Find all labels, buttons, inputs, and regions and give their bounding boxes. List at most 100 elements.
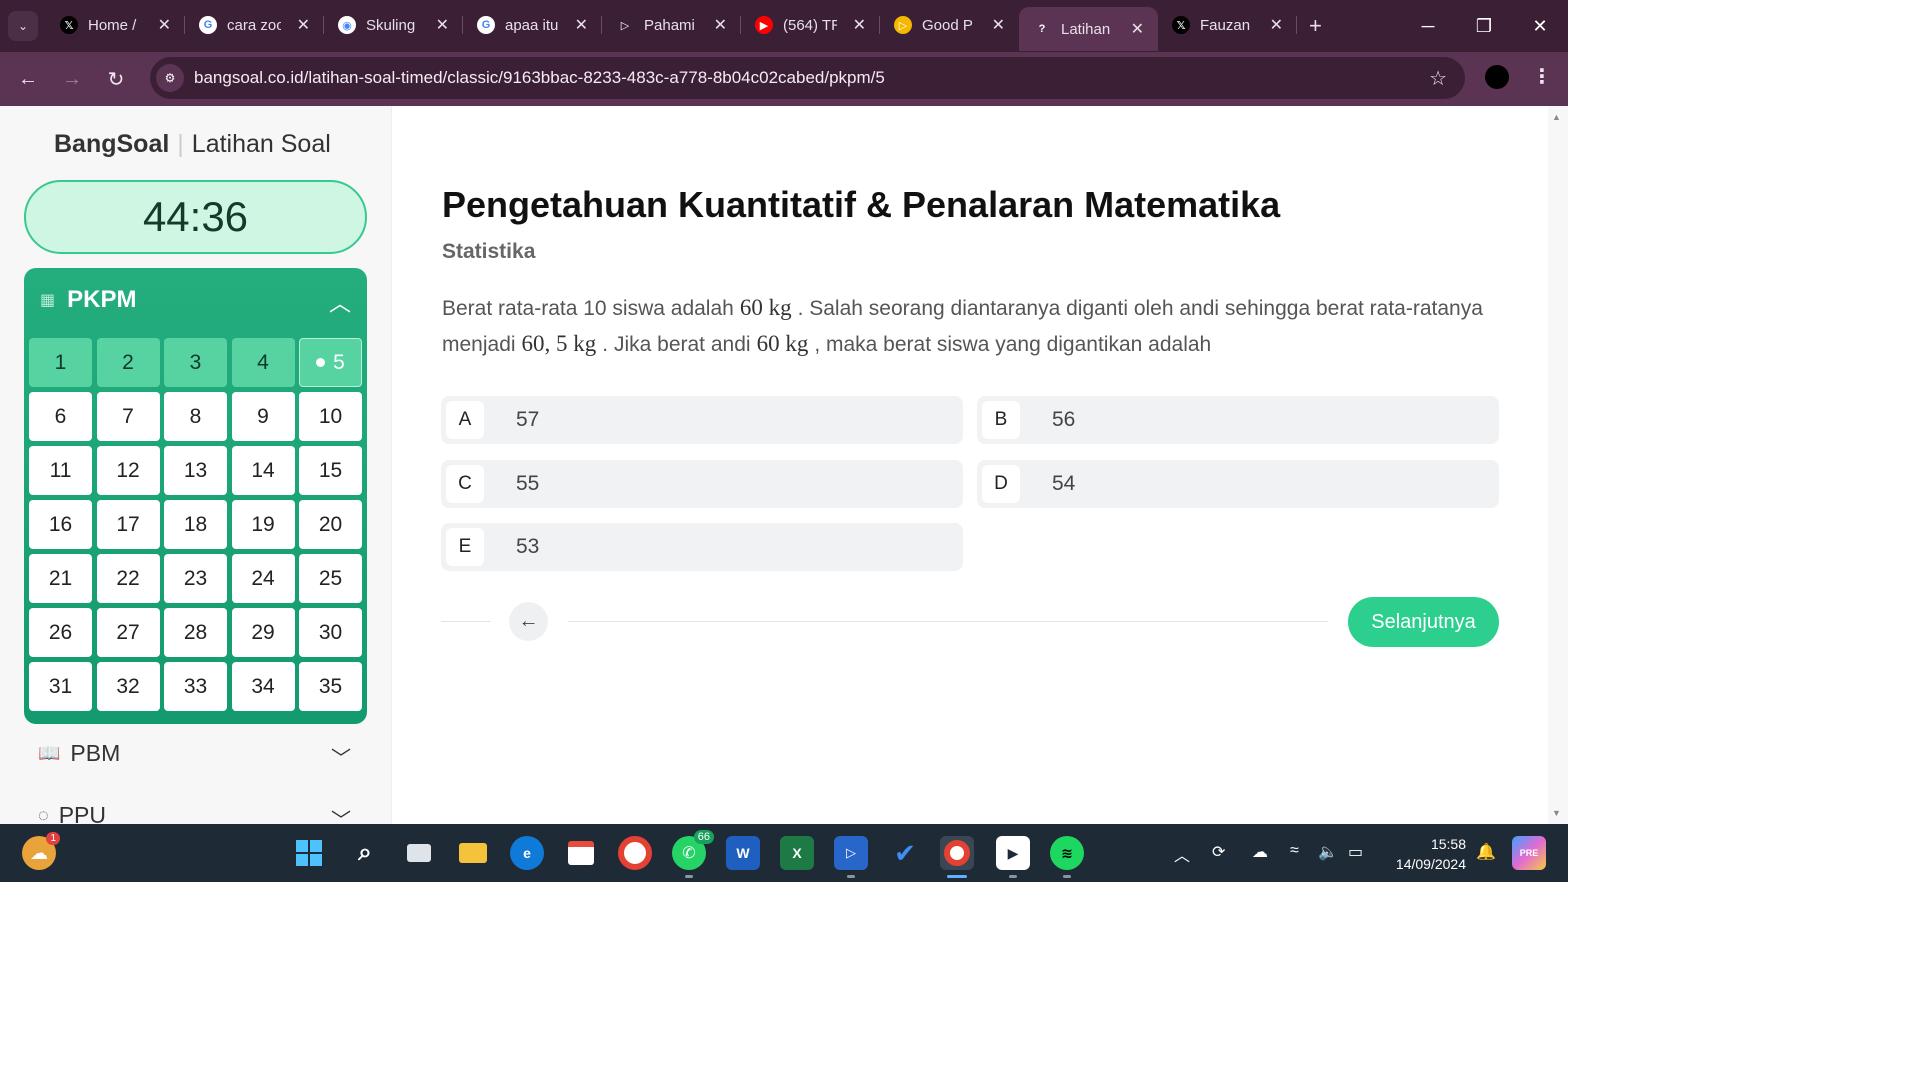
browser-menu-icon[interactable]: ⋮ [1532,64,1552,89]
new-tab-button[interactable]: + [1309,13,1322,39]
chrome-icon[interactable] [618,836,652,870]
question-number-button[interactable]: 19 [231,500,295,549]
question-number-button[interactable]: 12 [96,446,160,495]
browser-tab[interactable]: ▷ Pahami ✕ [602,7,741,43]
close-tab-icon[interactable]: ✕ [1270,15,1283,35]
question-number-button[interactable]: 21 [29,554,92,603]
question-number-button[interactable]: 9 [231,392,295,441]
address-bar[interactable]: ⚙ bangsoal.co.id/latihan-soal-timed/clas… [150,57,1465,99]
app-icon[interactable]: ▶ [996,836,1030,878]
url-text[interactable]: bangsoal.co.id/latihan-soal-timed/classi… [194,68,885,88]
question-number-button[interactable]: 22 [96,554,160,603]
question-number-button[interactable]: 27 [96,608,160,657]
question-number-button[interactable]: 35 [299,662,362,711]
close-tab-icon[interactable]: ✕ [714,15,727,35]
section-header-pbm[interactable]: 📖 PBM [38,740,120,767]
question-number-button[interactable]: 28 [164,608,227,657]
chevron-up-icon[interactable]: ︿ [329,286,351,318]
chevron-down-icon[interactable]: ﹀ [331,742,351,771]
site-info-icon[interactable]: ⚙ [156,64,184,92]
question-number-button[interactable]: 3 [164,338,227,387]
close-tab-icon[interactable]: ✕ [158,15,171,35]
close-tab-icon[interactable]: ✕ [575,15,588,35]
previous-button[interactable]: ← [509,602,548,641]
option-d[interactable]: D 54 [977,460,1499,508]
battery-icon[interactable]: ▭ [1348,842,1363,862]
weather-icon[interactable]: ☁ 1 [22,832,60,870]
search-icon[interactable]: ⌕ [348,836,382,870]
next-button[interactable]: Selanjutnya [1348,597,1499,647]
scroll-up-icon[interactable]: ▲ [1552,112,1561,122]
forward-button[interactable]: → [50,68,94,91]
browser-tab[interactable]: 𝕏 Fauzan ✕ [1158,7,1297,43]
option-c[interactable]: C 55 [441,460,963,508]
question-number-button[interactable]: 7 [96,392,160,441]
reload-button[interactable]: ↻ [94,67,138,92]
section-header-pkpm[interactable]: ▦ PKPM [40,286,136,314]
question-number-button[interactable]: 20 [299,500,362,549]
restore-button[interactable]: ❐ [1456,0,1512,52]
option-e[interactable]: E 53 [441,523,963,571]
question-number-button[interactable]: 16 [29,500,92,549]
question-number-button[interactable]: 1 [29,338,92,387]
question-number-button[interactable]: 6 [29,392,92,441]
question-number-button[interactable]: 30 [299,608,362,657]
browser-tab[interactable]: Gcara zoo ✕ [185,7,324,43]
question-number-button[interactable]: 32 [96,662,160,711]
spotify-icon[interactable]: ≋ [1050,836,1084,878]
close-tab-icon[interactable]: ✕ [436,15,449,35]
question-number-button[interactable]: 25 [299,554,362,603]
question-number-button[interactable]: 24 [231,554,295,603]
question-number-button[interactable]: 18 [164,500,227,549]
browser-tab[interactable]: ▶ (564) TR ✕ [741,7,880,43]
question-number-button[interactable]: 23 [164,554,227,603]
word-icon[interactable]: W [726,836,760,870]
onedrive-icon[interactable]: ☁ [1252,842,1268,862]
close-window-button[interactable]: ✕ [1512,0,1568,52]
scroll-down-icon[interactable]: ▼ [1552,808,1561,818]
browser-tab[interactable]: ▷ Good P ✕ [880,7,1019,43]
browser-tab[interactable]: Gapaa itu ✕ [463,7,602,43]
question-number-button[interactable]: 2 [96,338,160,387]
wifi-icon[interactable]: ≈ [1290,842,1299,860]
close-tab-icon[interactable]: ✕ [853,15,866,35]
question-number-button[interactable]: 33 [164,662,227,711]
question-number-button[interactable]: 14 [231,446,295,495]
chrome-active-icon[interactable] [940,836,974,878]
volume-icon[interactable]: 🔈 [1318,842,1338,862]
media-player-icon[interactable]: ▷ [834,836,868,878]
copilot-icon[interactable]: PRE [1512,836,1546,870]
close-tab-icon[interactable]: ✕ [297,15,310,35]
todo-icon[interactable]: ✔ [888,836,922,870]
question-number-button[interactable]: 10 [299,392,362,441]
question-number-button[interactable]: 29 [231,608,295,657]
browser-tab[interactable]: ◉ Skuling ✕ [324,7,463,43]
option-b[interactable]: B 56 [977,396,1499,444]
browser-tab[interactable]: ? Latihan ✕ [1019,7,1158,51]
question-number-button[interactable]: 26 [29,608,92,657]
file-explorer-icon[interactable] [456,836,490,870]
tab-search-button[interactable]: ⌄ [8,11,38,41]
notification-bell-icon[interactable]: 🔔 [1476,842,1496,862]
sync-icon[interactable]: ⟳ [1212,842,1225,862]
question-number-button[interactable]: 4 [231,338,295,387]
chevron-down-icon[interactable]: ﹀ [331,804,351,824]
excel-icon[interactable]: X [780,836,814,870]
question-number-button[interactable]: 15 [299,446,362,495]
page-scrollbar[interactable]: ▲ ▼ [1548,106,1568,824]
close-tab-icon[interactable]: ✕ [1131,19,1144,39]
store-icon[interactable] [564,836,598,870]
question-number-button[interactable]: 17 [96,500,160,549]
browser-tab[interactable]: 𝕏 Home / ✕ [46,7,185,43]
start-icon[interactable] [292,836,326,870]
task-view-icon[interactable] [402,836,436,870]
system-clock[interactable]: 15:58 14/09/2024 [1388,834,1466,874]
question-number-button[interactable]: 13 [164,446,227,495]
section-header-ppu[interactable]: ◌ PPU [38,802,106,824]
option-a[interactable]: A 57 [441,396,963,444]
bookmark-star-icon[interactable]: ☆ [1429,66,1447,91]
minimize-button[interactable]: ─ [1400,0,1456,52]
whatsapp-icon[interactable]: ✆ 66 [672,830,714,878]
question-number-button[interactable]: 8 [164,392,227,441]
question-number-button[interactable]: 11 [29,446,92,495]
